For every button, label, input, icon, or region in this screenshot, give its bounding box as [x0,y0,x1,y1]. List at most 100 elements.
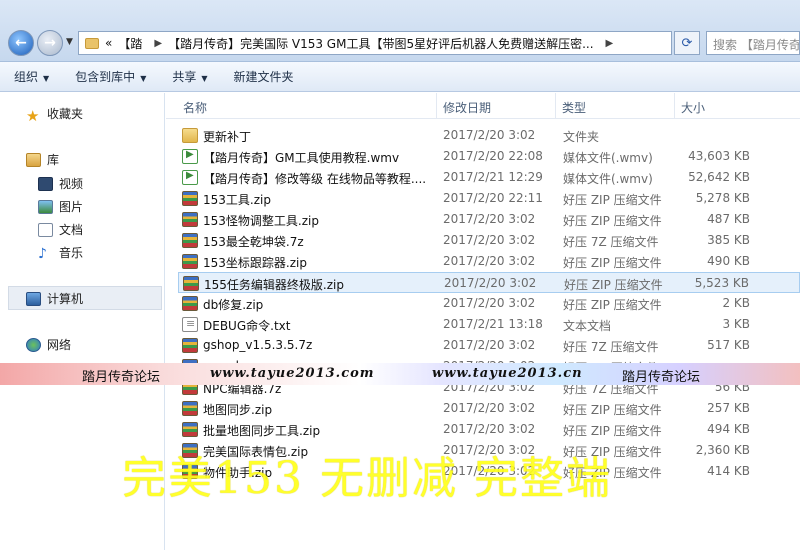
breadcrumb-parent[interactable]: 【踏 [118,35,142,52]
column-divider[interactable] [674,93,675,119]
sidebar-item-pictures[interactable]: 图片 [38,198,83,215]
sidebar-item-libraries[interactable]: 库 [26,151,59,168]
folder-icon [182,128,198,143]
forward-button[interactable]: → [37,30,63,56]
file-row[interactable]: 153怪物调整工具.zip 2017/2/20 3:02 好压 ZIP 压缩文件 48… [178,209,800,230]
file-size: 5,278 KB [695,191,750,205]
pictures-library-icon [38,199,53,214]
text-file-icon [182,317,198,332]
breadcrumb-overflow[interactable]: « [105,36,112,50]
watermark-url: www.tayue2013.cn [432,366,583,381]
address-field[interactable]: « 【踏 ▶ 【踏月传奇】完美国际 V153 GM工具【带图5星好评后机器人免费… [78,31,672,55]
back-button[interactable]: ← [8,30,34,56]
sidebar-item-favorites[interactable]: ★ 收藏夹 [26,105,83,125]
file-size: 517 KB [707,338,750,352]
file-size: 2,360 KB [695,443,750,457]
file-date: 2017/2/20 3:02 [443,422,536,436]
file-name: 【踏月传奇】修改等级 在线物品等教程.... [203,172,427,186]
file-size: 494 KB [707,422,750,436]
breadcrumb-current[interactable]: 【踏月传奇】完美国际 V153 GM工具【带图5星好评后机器人免费赠送解压密..… [168,35,593,52]
file-date: 2017/2/20 3:02 [444,276,537,290]
new-folder-button[interactable]: 新建文件夹 [234,68,294,85]
column-header-name[interactable]: 名称 [183,99,207,116]
refresh-icon: ⟳ [681,35,693,51]
file-name: db修复.zip [203,298,264,312]
file-name: 155任务编辑器终极版.zip [204,278,344,292]
chevron-down-icon: ▼ [201,74,208,83]
sidebar-item-label: 库 [47,153,60,167]
command-bar: 组织 ▼ 包含到库中 ▼ 共享 ▼ 新建文件夹 [0,62,800,92]
video-library-icon [38,176,53,191]
library-icon [26,152,41,167]
include-library-label: 包含到库中 [75,70,136,84]
file-row[interactable]: 地图同步.zip 2017/2/20 3:02 好压 ZIP 压缩文件 257 KB [178,398,800,419]
zip-archive-icon [182,191,198,206]
file-row[interactable]: 153工具.zip 2017/2/20 22:11 好压 ZIP 压缩文件 5,278… [178,188,800,209]
file-name: 153最全乾坤袋.7z [203,235,304,249]
include-library-menu[interactable]: 包含到库中 ▼ [75,68,146,85]
file-row[interactable]: 【踏月传奇】修改等级 在线物品等教程.... 2017/2/21 12:29 媒体文… [178,167,800,188]
watermark-url: www.tayue2013.com [210,366,375,381]
file-row[interactable]: gshop_v1.5.3.5.7z 2017/2/20 3:02 好压 7Z 压缩文… [178,335,800,356]
file-date: 2017/2/20 22:11 [443,191,543,205]
sidebar-item-video[interactable]: 视频 [38,175,83,192]
breadcrumb-separator-icon[interactable]: ▶ [606,38,614,49]
column-divider[interactable] [555,93,556,119]
refresh-button[interactable]: ⟳ [674,31,700,55]
file-row[interactable]: 更新补丁 2017/2/20 3:02 文件夹 [178,125,800,146]
sidebar-item-computer[interactable]: 计算机 [26,290,83,307]
recent-pages-dropdown[interactable]: ▼ [66,37,73,47]
file-type: 好压 7Z 压缩文件 [563,235,659,249]
sidebar-item-label: 视频 [59,177,84,191]
7z-archive-icon [182,233,198,248]
column-header-type[interactable]: 类型 [562,99,586,116]
forward-arrow-icon: → [44,35,56,51]
file-type: 好压 ZIP 压缩文件 [564,278,663,292]
file-name: 153工具.zip [203,193,271,207]
file-date: 2017/2/20 3:02 [443,128,536,142]
file-row[interactable]: db修复.zip 2017/2/20 3:02 好压 ZIP 压缩文件 2 KB [178,293,800,314]
share-menu[interactable]: 共享 ▼ [172,68,207,85]
sidebar-item-label: 文档 [59,223,84,237]
file-row[interactable]: 155任务编辑器终极版.zip 2017/2/20 3:02 好压 ZIP 压缩文件… [178,272,800,293]
chevron-down-icon: ▼ [43,74,50,83]
file-type: 好压 ZIP 压缩文件 [563,256,662,270]
file-size: 5,523 KB [694,276,749,290]
file-row[interactable]: 【踏月传奇】GM工具使用教程.wmv 2017/2/20 22:08 媒体文件(.w… [178,146,800,167]
file-date: 2017/2/20 3:02 [443,254,536,268]
watermark-forum-name: 踏月传奇论坛 [82,370,161,385]
column-divider[interactable] [436,93,437,119]
file-date: 2017/2/20 3:02 [443,233,536,247]
file-type: 文本文档 [563,319,612,333]
breadcrumb-separator-icon[interactable]: ▶ [154,38,162,49]
file-type: 文件夹 [563,130,600,144]
file-date: 2017/2/20 3:02 [443,401,536,415]
file-type: 好压 ZIP 压缩文件 [563,214,662,228]
sidebar-item-music[interactable]: ♪ 音乐 [38,244,83,262]
file-size: 414 KB [707,464,750,478]
file-date: 2017/2/21 13:18 [443,317,543,331]
column-header-size[interactable]: 大小 [681,99,705,116]
search-input[interactable]: 搜索 【踏月传奇】 [706,31,800,55]
zip-archive-icon [182,296,198,311]
file-size: 257 KB [707,401,750,415]
file-row[interactable]: 153坐标跟踪器.zip 2017/2/20 3:02 好压 ZIP 压缩文件 490… [178,251,800,272]
organize-label: 组织 [14,70,39,84]
organize-menu[interactable]: 组织 ▼ [14,68,49,85]
file-date: 2017/2/21 12:29 [443,170,543,184]
file-row[interactable]: 153最全乾坤袋.7z 2017/2/20 3:02 好压 7Z 压缩文件 385 K… [178,230,800,251]
file-name: 更新补丁 [203,130,252,144]
folder-icon [85,37,99,49]
file-row[interactable]: 批量地图同步工具.zip 2017/2/20 3:02 好压 ZIP 压缩文件 494… [178,419,800,440]
file-type: 媒体文件(.wmv) [563,151,653,165]
sidebar-item-documents[interactable]: 文档 [38,221,83,238]
zip-archive-icon [182,212,198,227]
sidebar-item-network[interactable]: 网络 [26,336,71,353]
share-label: 共享 [172,70,197,84]
file-row[interactable]: DEBUG命令.txt 2017/2/21 13:18 文本文档 3 KB [178,314,800,335]
file-size: 490 KB [707,254,750,268]
computer-icon [26,291,41,306]
file-size: 2 KB [722,296,750,310]
column-header-date[interactable]: 修改日期 [443,99,491,116]
zip-archive-icon [182,254,198,269]
